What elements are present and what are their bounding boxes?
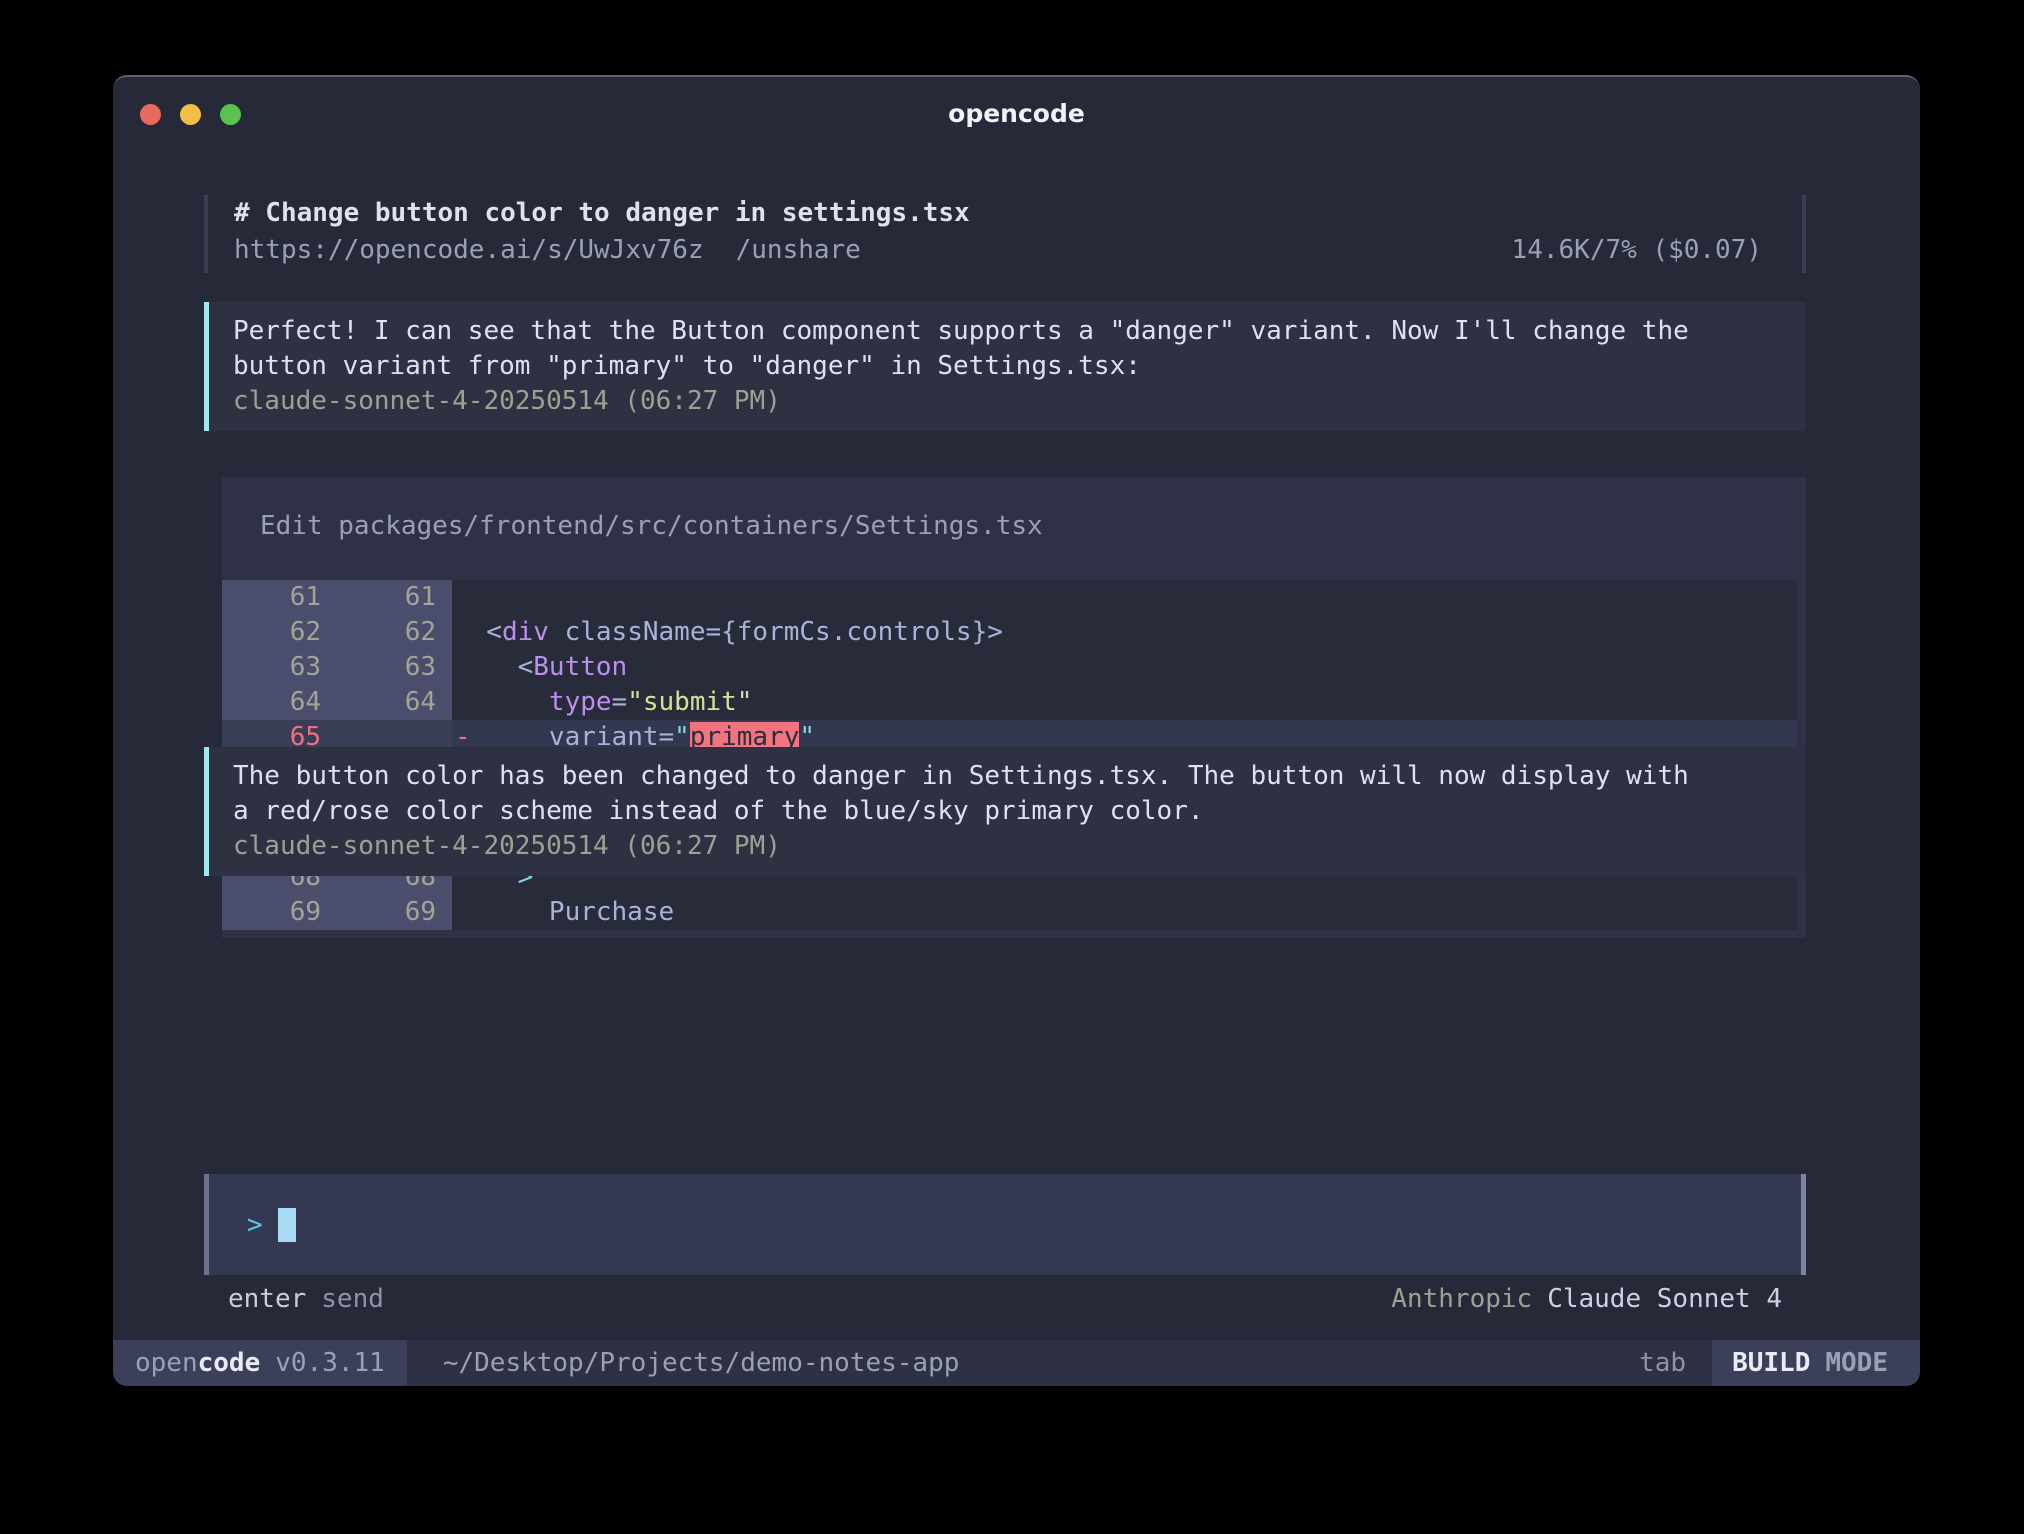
new-line-number: 64	[337, 685, 452, 720]
prompt-symbol: >	[247, 1210, 263, 1240]
session-header: # Change button color to danger in setti…	[204, 195, 1806, 273]
working-directory: ~/Desktop/Projects/demo-notes-app	[443, 1348, 960, 1378]
old-line-number: 62	[222, 615, 337, 650]
diff-row: 6363 <Button	[222, 650, 1797, 685]
status-bar: opencode v0.3.11 ~/Desktop/Projects/demo-…	[113, 1340, 1920, 1386]
mode-name: BUILD	[1732, 1348, 1810, 1378]
enter-action-hint: send	[321, 1283, 384, 1315]
model-label: Claude Sonnet 4	[1547, 1283, 1782, 1315]
app-version-chip: opencode v0.3.11	[113, 1340, 407, 1386]
mode-suffix: MODE	[1825, 1348, 1888, 1378]
new-line-number: 61	[337, 580, 452, 615]
opencode-window: opencode # Change button color to danger…	[113, 75, 1920, 1386]
tab-key-hint: tab	[1639, 1348, 1686, 1378]
diff-code-line: <Button	[452, 650, 1797, 685]
mode-chip[interactable]: BUILD MODE	[1712, 1340, 1920, 1386]
diff-code-line: type="submit"	[452, 685, 1797, 720]
diff-row: 6464 type="submit"	[222, 685, 1797, 720]
window-titlebar: opencode	[113, 77, 1920, 141]
model-timestamp: claude-sonnet-4-20250514 (06:27 PM)	[233, 384, 1806, 419]
app-version: v0.3.11	[275, 1348, 385, 1378]
new-line-number: 63	[337, 650, 452, 685]
new-line-number: 62	[337, 615, 452, 650]
window-title: opencode	[113, 99, 1920, 128]
provider-label: Anthropic	[1391, 1283, 1532, 1315]
diff-code-line	[452, 580, 1797, 615]
old-line-number: 64	[222, 685, 337, 720]
diff-row: 6161	[222, 580, 1797, 615]
old-line-number: 63	[222, 650, 337, 685]
app-name-code: code	[198, 1348, 261, 1378]
new-line-number: 69	[337, 895, 452, 930]
diff-row: 6969 Purchase	[222, 895, 1797, 930]
message-text: Perfect! I can see that the Button compo…	[233, 314, 1703, 384]
old-line-number: 69	[222, 895, 337, 930]
diff-row: 6262 <div className={formCs.controls}>	[222, 615, 1797, 650]
assistant-message: Perfect! I can see that the Button compo…	[204, 302, 1806, 431]
assistant-message: The button color has been changed to dan…	[204, 747, 1806, 876]
app-name-open: open	[135, 1348, 198, 1378]
edit-tool-title: Edit packages/frontend/src/containers/Se…	[222, 511, 1797, 541]
old-line-number: 61	[222, 580, 337, 615]
prompt-input[interactable]: >	[204, 1174, 1806, 1275]
session-title: # Change button color to danger in setti…	[234, 195, 1762, 232]
enter-key-hint: enter	[228, 1283, 306, 1315]
unshare-command[interactable]: /unshare	[736, 232, 861, 269]
hint-row: enter send Anthropic Claude Sonnet 4	[204, 1283, 1806, 1315]
model-timestamp: claude-sonnet-4-20250514 (06:27 PM)	[233, 829, 1806, 864]
diff-code-line: Purchase	[452, 895, 1797, 930]
diff-code-line: <div className={formCs.controls}>	[452, 615, 1797, 650]
share-url[interactable]: https://opencode.ai/s/UwJxv76z	[234, 232, 704, 269]
context-usage: 14.6K/7% ($0.07)	[1512, 232, 1762, 269]
text-cursor	[278, 1208, 296, 1242]
message-text: The button color has been changed to dan…	[233, 759, 1703, 829]
